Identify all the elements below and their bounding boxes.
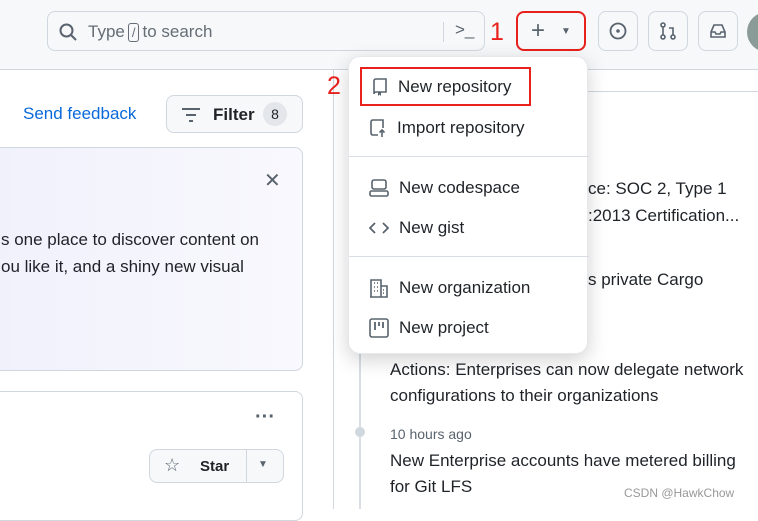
timeline-dot xyxy=(355,427,365,437)
watermark: CSDN @HawkChow xyxy=(624,486,735,500)
menu-item-label: New repository xyxy=(398,76,512,96)
feed-announcement-card: ✕ s one place to discover content on ou … xyxy=(0,147,303,371)
pull-requests-button[interactable] xyxy=(648,11,688,51)
column-divider xyxy=(333,70,334,509)
pull-request-icon xyxy=(660,22,676,40)
card-text-line: s one place to discover content on xyxy=(1,230,259,249)
filter-icon xyxy=(182,108,200,122)
annotation-1: 1 xyxy=(490,18,504,46)
search-placeholder: Type / to search xyxy=(88,22,213,42)
caret-down-icon[interactable]: ▼ xyxy=(258,459,268,470)
timeline-line xyxy=(359,330,361,509)
close-icon[interactable]: ✕ xyxy=(264,168,281,193)
repo-card: ··· ☆ Star ▼ xyxy=(0,391,303,521)
star-label: Star xyxy=(200,458,230,475)
issues-button[interactable] xyxy=(598,11,638,51)
inbox-button[interactable] xyxy=(698,11,738,51)
more-options-icon[interactable]: ··· xyxy=(255,406,275,429)
menu-item-label: Import repository xyxy=(397,118,525,137)
feed-item-title[interactable]: ce: SOC 2, Type 1 xyxy=(588,176,727,202)
filter-count-badge: 8 xyxy=(263,102,287,126)
card-text-line: ou like it, and a shiny new visual xyxy=(1,257,244,276)
annotation-2: 2 xyxy=(327,72,341,100)
menu-item-label: New organization xyxy=(399,278,531,297)
menu-item-new-codespace[interactable]: New codespace xyxy=(359,170,579,206)
feed-item-title[interactable]: Actions: Enterprises can now delegate ne… xyxy=(390,357,758,409)
repo-push-icon xyxy=(370,119,386,137)
code-icon xyxy=(369,222,389,234)
caret-down-icon: ▼ xyxy=(561,25,571,37)
star-button[interactable]: ☆ Star ▼ xyxy=(149,449,284,483)
search-input[interactable]: Type / to search >_ xyxy=(47,11,485,51)
send-feedback-link[interactable]: Send feedback xyxy=(23,104,136,124)
filter-button[interactable]: Filter 8 xyxy=(166,95,303,133)
command-palette-icon[interactable]: >_ xyxy=(455,20,474,40)
menu-item-new-gist[interactable]: New gist xyxy=(359,210,579,246)
project-icon xyxy=(369,318,389,338)
issue-icon xyxy=(609,22,627,40)
menu-item-label: New gist xyxy=(399,218,465,237)
codespaces-icon xyxy=(369,179,389,197)
menu-separator xyxy=(349,256,589,257)
menu-item-new-repository[interactable]: New repository xyxy=(360,67,531,106)
menu-item-label: New codespace xyxy=(399,178,520,197)
search-icon xyxy=(59,23,77,41)
menu-item-new-organization[interactable]: New organization xyxy=(359,270,579,306)
repo-icon xyxy=(373,77,387,96)
plus-icon: + xyxy=(531,17,546,44)
menu-separator xyxy=(349,156,589,157)
star-icon: ☆ xyxy=(164,455,181,475)
menu-item-import-repository[interactable]: Import repository xyxy=(359,110,579,146)
menu-item-label: New project xyxy=(399,318,489,337)
menu-item-new-project[interactable]: New project xyxy=(359,310,579,346)
slash-key-hint: / xyxy=(127,23,140,42)
feed-item-title[interactable]: s private Cargo xyxy=(588,267,703,293)
feed-timestamp: 10 hours ago xyxy=(390,426,472,442)
inbox-icon xyxy=(710,24,726,38)
create-new-button[interactable]: + ▼ xyxy=(516,11,586,51)
create-new-menu: New repository Import repository New cod… xyxy=(348,56,589,354)
feed-item-title[interactable]: :2013 Certification... xyxy=(588,203,739,229)
filter-label: Filter xyxy=(213,105,255,124)
organization-icon xyxy=(370,279,388,298)
